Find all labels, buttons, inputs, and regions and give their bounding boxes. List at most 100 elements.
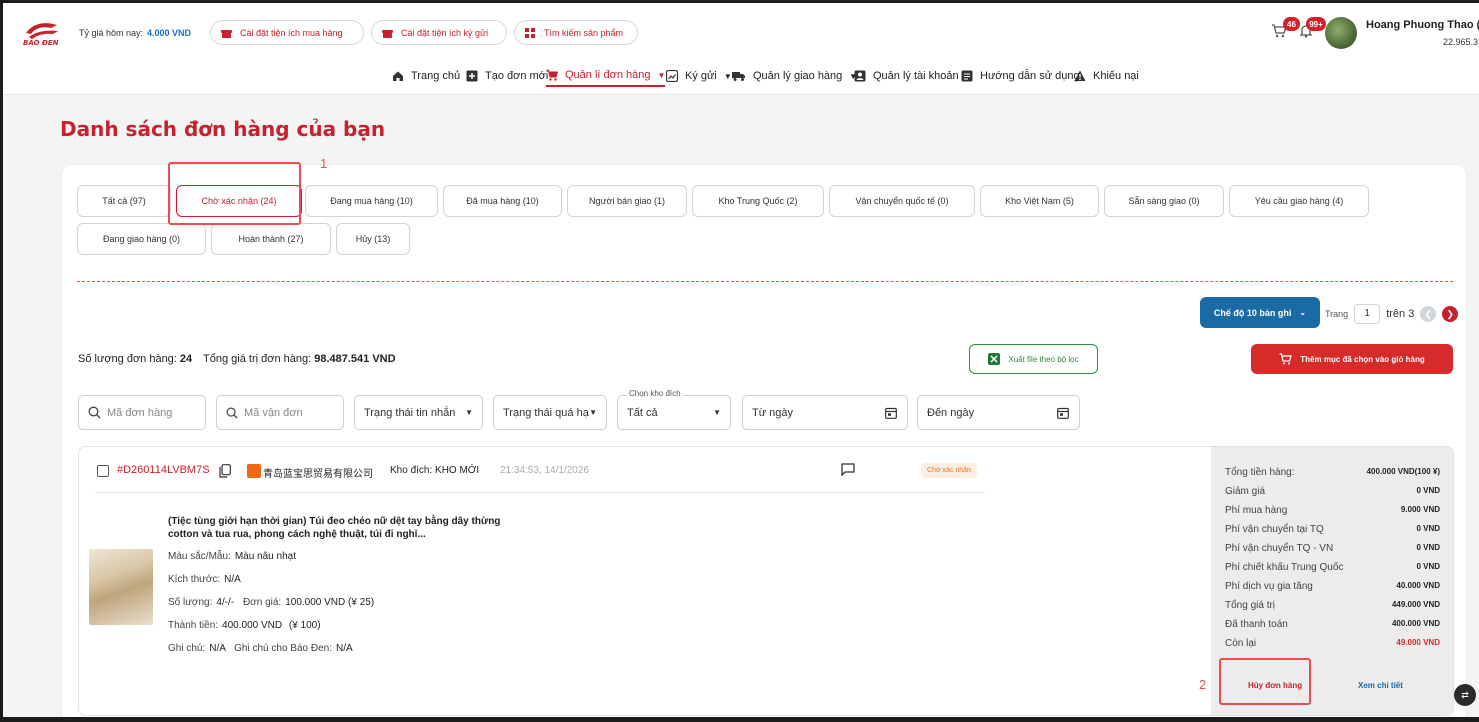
product-amount: Thành tiền: 400.000 VND (¥ 100) [168,620,321,631]
tab-delivering[interactable]: Đang giao hàng (0) [77,223,206,255]
nav-account-management[interactable]: Quản lý tài khoản [854,65,959,87]
view-detail-button[interactable]: Xem chi tiết [1358,681,1403,690]
fee-value: 49.000 VND [1396,638,1440,647]
chat-icon[interactable] [841,463,855,476]
overdue-status-select[interactable]: Trạng thái quá hạn ▼ [493,395,607,430]
top-bar: BÁO ĐEN Tỷ giá hôm nay: 4.000 VND Cài đặt… [3,3,1479,95]
exchange-rate: Tỷ giá hôm nay: 4.000 VND [79,28,191,38]
chevron-down-icon: ▼ [657,70,666,80]
export-excel-button[interactable]: Xuất file theo bộ lọc [969,344,1098,374]
consign-extension-button[interactable]: Cài đặt tiện ích ký gửi [371,20,507,45]
purchase-extension-label: Cài đặt tiện ích mua hàng [240,27,343,38]
orders-card: Tất cả (97) Chờ xác nhận (24) Đang mua h… [61,156,1467,717]
copy-icon[interactable] [219,464,231,478]
tab-delivery-request[interactable]: Yêu cầu giao hàng (4) [1229,185,1369,217]
to-date-input[interactable]: Đến ngày [917,395,1080,430]
dashed-divider [77,281,1453,282]
user-name[interactable]: Hoang Phuong Thao (A [1366,19,1479,31]
fee-label: Phí vận chuyển tại TQ [1225,524,1324,535]
note-value: N/A [209,643,226,654]
plus-square-icon [466,70,478,82]
orders-summary: Số lượng đơn hàng: 24 Tổng giá trị đơn h… [78,353,404,365]
records-mode-label: Chế độ 10 bản ghi [1213,307,1292,318]
order-checkbox[interactable] [97,465,109,477]
amount-cny: (¥ 100) [288,620,321,631]
tab-all[interactable]: Tất cả (97) [77,185,171,217]
warehouse-select[interactable]: Chọn kho đích Tất cả ▼ [617,389,731,430]
shop-name[interactable]: 青岛蓝宝思贸易有限公司 [263,465,373,480]
product-quantity: Số lượng: 4/-/- Đơn giá: 100.000 VND (¥ 25… [168,597,374,608]
calendar-icon[interactable] [885,407,897,419]
page-number-input[interactable]: 1 [1354,304,1381,324]
fee-row-discount: Giảm giá 0 VND [1225,486,1440,497]
nav-create-order[interactable]: Tạo đơn mới [466,65,548,87]
tab-china-warehouse[interactable]: Kho Trung Quốc (2) [692,185,824,217]
nav-consign[interactable]: Ký gửi ▼ [666,65,732,87]
fee-value: 9.000 VND [1400,505,1440,514]
fee-value: 40.000 VND [1396,581,1440,590]
annotation-box-2 [1219,658,1311,705]
to-date-placeholder: Đến ngày [927,406,975,419]
tab-completed[interactable]: Hoàn thành (27) [211,223,331,255]
tab-seller-delivery[interactable]: Người bán giao (1) [567,185,687,217]
nav-order-management[interactable]: Quản lí đơn hàng ▼ [546,65,666,87]
fee-row-purchase-fee: Phí mua hàng 9.000 VND [1225,505,1440,516]
gift-icon [382,29,393,38]
nav-complaint[interactable]: Khiếu nại [1074,65,1139,87]
nav-delivery-management-label: Quản lý giao hàng [753,70,843,82]
nav-user-guide-label: Hướng dẫn sử dụng [980,70,1080,82]
annotation-number-1: 1 [320,156,328,171]
note-label: Ghi chú: [168,643,206,654]
order-code-search[interactable]: Mã đơn hàng [78,395,206,430]
purchase-extension-button[interactable]: Cài đặt tiện ích mua hàng [210,20,364,45]
product-thumbnail[interactable] [89,549,153,625]
warehouse-legend: Chọn kho đích [627,389,683,398]
records-mode-dropdown[interactable]: Chế độ 10 bản ghi ⌄ [1200,297,1320,328]
waybill-placeholder: Mã vận đơn [244,406,303,419]
price-label: Đơn giá: [242,597,282,608]
fee-row-value-added: Phí dịch vụ gia tăng 40.000 VND [1225,581,1440,592]
home-icon [393,71,403,81]
nav-user-guide[interactable]: Hướng dẫn sử dụng [961,65,1080,87]
qty-value: 4/-/- [216,597,235,608]
chevron-right-icon: ❯ [1446,308,1455,319]
color-label: Màu sắc/Mẫu: [168,551,231,562]
order-time: 21:34:53, 14/1/2026 [500,465,589,476]
calendar-icon[interactable] [1057,407,1069,419]
product-search-button[interactable]: Tìm kiếm sản phẩm [514,20,638,45]
color-value: Màu nâu nhạt [234,551,296,562]
translate-icon[interactable]: ⇄ [1454,684,1476,706]
nav-home[interactable]: Trang chủ [392,65,460,87]
nav-consign-label: Ký gửi [685,70,717,82]
fee-label: Phí chiết khấu Trung Quốc [1225,562,1344,573]
waybill-search[interactable]: Mã vận đơn [216,395,344,430]
tab-purchasing[interactable]: Đang mua hàng (10) [305,185,438,217]
product-notes: Ghi chú: N/A Ghi chú cho Báo Đen: N/A [168,643,353,654]
next-page-button[interactable]: ❯ [1442,306,1459,322]
fee-label: Phí dịch vụ gia tăng [1225,581,1313,592]
warning-icon [1074,70,1086,81]
tab-vietnam-warehouse[interactable]: Kho Việt Nam (5) [980,185,1099,217]
product-name[interactable]: (Tiệc tùng giới hạn thời gian) Túi đeo c… [168,515,508,541]
add-to-cart-button[interactable]: Thêm mục đã chọn vào giỏ hàng [1251,344,1453,374]
from-date-input[interactable]: Từ ngày [742,395,908,430]
tab-cancelled[interactable]: Hủy (13) [336,223,410,255]
avatar[interactable] [1325,17,1357,49]
caret-down-icon: ▼ [713,408,721,417]
logo-wordmark: BÁO ĐEN [23,39,59,47]
user-balance: 22.965.3 [1443,37,1479,47]
fee-row-china-discount: Phí chiết khấu Trung Quốc 0 VND [1225,562,1440,573]
caret-down-icon: ▼ [589,408,597,417]
notification-count-badge: 99+ [1306,17,1326,31]
prev-page-button[interactable]: ❮ [1420,306,1437,322]
order-code[interactable]: #D260114LVBM7S [117,464,210,476]
consign-extension-label: Cài đặt tiện ích ký gửi [401,27,489,38]
message-status-select[interactable]: Trạng thái tin nhắn ▼ [354,395,483,430]
amount-label: Thành tiền: [168,620,219,631]
fee-row-total-goods: Tổng tiền hàng: 400.000 VND(100 ¥) [1225,467,1440,478]
fee-label: Tổng tiền hàng: [1225,467,1295,478]
tab-international-shipping[interactable]: Vận chuyển quốc tế (0) [829,185,975,217]
nav-delivery-management[interactable]: Quản lý giao hàng ▼ [732,65,857,87]
tab-ready-to-deliver[interactable]: Sẵn sàng giao (0) [1104,185,1224,217]
tab-purchased[interactable]: Đã mua hàng (10) [443,185,562,217]
